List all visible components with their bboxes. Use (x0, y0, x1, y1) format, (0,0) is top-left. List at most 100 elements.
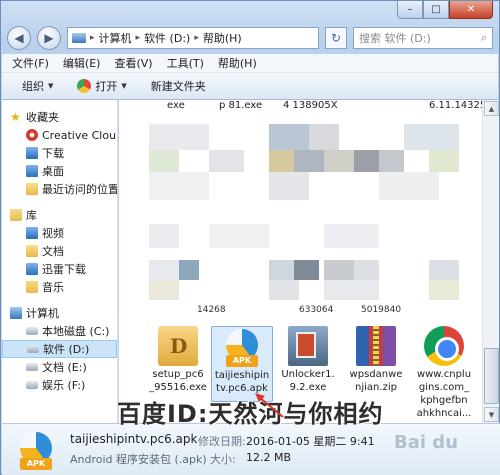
chrome-icon (424, 326, 464, 366)
address-bar[interactable]: ▸ 计算机 ▸ 软件 (D:) ▸ 帮助(H) (67, 27, 319, 49)
nav-music[interactable]: 音乐 (2, 278, 117, 296)
minimize-button[interactable]: – (397, 1, 423, 19)
nav-item-label: 娱乐 (F:) (42, 379, 86, 392)
clipped-filename: 6.11.14325 (429, 100, 482, 111)
nav-libraries[interactable]: 库 (2, 206, 117, 224)
menu-bar: 文件(F) 编辑(E) 查看(V) 工具(T) 帮助(H) (2, 54, 498, 73)
nav-item-label: 本地磁盘 (C:) (42, 325, 110, 338)
open-button[interactable]: 打开 ▼ (77, 78, 127, 94)
computer-small-icon (72, 33, 86, 43)
back-arrow-icon: ◀ (14, 31, 24, 45)
nav-computer[interactable]: 计算机 (2, 304, 117, 322)
nav-item-label: 最近访问的位置 (42, 183, 118, 196)
nav-drive-d[interactable]: 软件 (D:) (2, 340, 117, 358)
creative-cloud-icon (26, 129, 38, 141)
drive-icon (26, 363, 38, 371)
nav-computer-label: 计算机 (26, 307, 59, 320)
winrar-icon (356, 326, 396, 366)
clipped-filenames-row: exe p 81.exe 4 138905X 6.11.14325 (119, 100, 482, 116)
file-name: Unlocker1. 9.2.exe (281, 369, 335, 393)
scrollbar-thumb[interactable] (484, 348, 499, 404)
breadcrumb-drive-d[interactable]: 软件 (D:) (144, 30, 190, 46)
command-bar: 组织 ▼ 打开 ▼ 新建文件夹 (2, 73, 498, 100)
file-name: www.cnplu gins.com_ kphgefbn ahkhncai... (416, 369, 472, 419)
menu-edit[interactable]: 编辑(E) (63, 55, 101, 71)
nav-desktop[interactable]: 桌面 (2, 162, 117, 180)
organize-button[interactable]: 组织 ▼ (22, 78, 53, 94)
baidu-watermark-logo: Bai du (394, 432, 459, 453)
menu-file[interactable]: 文件(F) (12, 55, 49, 71)
nav-downloads[interactable]: 下载 (2, 144, 117, 162)
forward-arrow-icon: ▶ (44, 31, 54, 45)
close-button[interactable]: ✕ (449, 1, 493, 19)
apk-icon: APK (222, 327, 262, 367)
nav-documents[interactable]: 文档 (2, 242, 117, 260)
chevron-right-icon: ▸ (135, 33, 141, 43)
nav-item-label: 视频 (42, 227, 64, 240)
maximize-button[interactable]: □ (423, 1, 449, 19)
recent-places-icon (26, 183, 38, 195)
organize-label: 组织 (22, 80, 44, 93)
menu-tools[interactable]: 工具(T) (167, 55, 204, 71)
nav-item-label: 软件 (D:) (43, 343, 90, 356)
scroll-up-icon[interactable]: ▲ (484, 101, 499, 116)
chevron-down-icon: ▼ (121, 82, 127, 90)
nav-item-label: 桌面 (42, 165, 64, 178)
nav-videos[interactable]: 视频 (2, 224, 117, 242)
computer-icon (10, 307, 22, 319)
nav-item-label: Creative Clou (42, 128, 117, 142)
search-icon: ⌕ (480, 31, 487, 44)
clipped-size: 633064 (299, 305, 334, 315)
navigation-pane: ★ 收藏夹 Creative Clou 下载 桌面 最近访问的位置 库 视频 文… (2, 100, 118, 423)
nav-item-label: 音乐 (42, 281, 64, 294)
desktop-icon (26, 165, 38, 177)
vertical-scrollbar[interactable]: ▲ ▼ (482, 100, 499, 423)
video-library-icon (26, 227, 38, 239)
file-item[interactable]: setup_pc6 _95516.exe (147, 326, 209, 394)
search-placeholder: 搜索 软件 (D:) (359, 32, 431, 45)
back-button[interactable]: ◀ (7, 26, 31, 50)
new-folder-button[interactable]: 新建文件夹 (151, 78, 206, 94)
details-modified-label: 修改日期: (198, 435, 246, 448)
nav-drive-f[interactable]: 娱乐 (F:) (2, 376, 117, 394)
clipped-filename: p 81.exe (219, 100, 263, 111)
breadcrumb-help[interactable]: 帮助(H) (203, 30, 242, 46)
refresh-button[interactable]: ↻ (325, 27, 347, 49)
open-label: 打开 (95, 80, 118, 93)
scroll-down-icon[interactable]: ▼ (484, 407, 499, 422)
menu-help[interactable]: 帮助(H) (218, 55, 257, 71)
nav-drive-e[interactable]: 文档 (E:) (2, 358, 117, 376)
chevron-down-icon: ▼ (48, 82, 54, 90)
unlocker-icon (288, 326, 328, 366)
details-size-label: 大小: (210, 453, 236, 466)
search-input[interactable]: 搜索 软件 (D:) ⌕ (353, 27, 493, 49)
music-library-icon (26, 281, 38, 293)
clipped-filename: exe (167, 100, 185, 111)
nav-item-label: 下载 (42, 147, 64, 160)
file-item[interactable]: wpsdanwe njian.zip (345, 326, 407, 394)
nav-item-label: 文档 (42, 245, 64, 258)
details-size-value: 12.2 MB (246, 451, 292, 464)
menu-view[interactable]: 查看(V) (114, 55, 152, 71)
file-item[interactable]: Unlocker1. 9.2.exe (277, 326, 339, 394)
clipped-size: 14268 (197, 305, 226, 315)
chevron-right-icon: ▸ (194, 33, 199, 43)
nav-item-label: 迅雷下载 (42, 263, 86, 276)
red-arrow-annotation (255, 393, 284, 418)
drive-icon (26, 381, 38, 389)
nav-item-label: 文档 (E:) (42, 361, 87, 374)
nav-recent-places[interactable]: 最近访问的位置 (2, 180, 117, 198)
nav-xunlei-downloads[interactable]: 迅雷下载 (2, 260, 117, 278)
details-modified-value: 2016-01-05 星期二 9:41 (246, 435, 375, 448)
file-name: setup_pc6 _95516.exe (149, 369, 207, 393)
nav-drive-c[interactable]: 本地磁盘 (C:) (2, 322, 117, 340)
address-row: ◀ ▶ ▸ 计算机 ▸ 软件 (D:) ▸ 帮助(H) ↻ 搜索 软件 (D:)… (7, 26, 493, 50)
forward-button[interactable]: ▶ (37, 26, 61, 50)
downloads-icon (26, 147, 38, 159)
breadcrumb-computer[interactable]: 计算机 (99, 30, 132, 46)
nav-favorites[interactable]: ★ 收藏夹 (2, 108, 117, 126)
nav-creative-cloud[interactable]: Creative Clou (2, 126, 117, 144)
chevron-right-icon: ▸ (90, 33, 95, 43)
caption-buttons: – □ ✕ (397, 1, 493, 19)
file-item[interactable]: www.cnplu gins.com_ kphgefbn ahkhncai... (413, 326, 475, 420)
